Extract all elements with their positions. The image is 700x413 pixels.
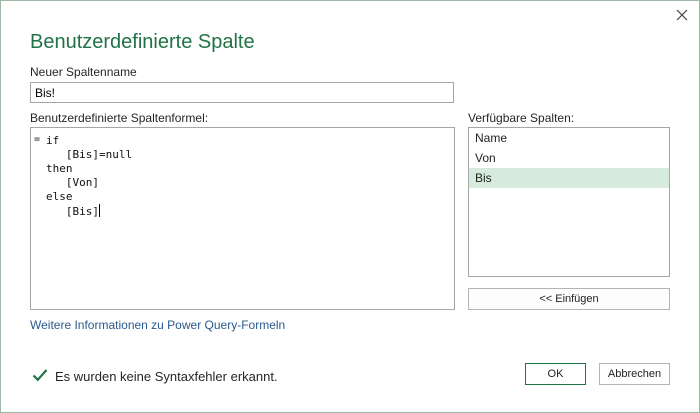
column-name-input[interactable] <box>30 82 454 103</box>
available-columns-label: Verfügbare Spalten: <box>468 111 575 125</box>
formula-equals-sign: = <box>34 134 41 145</box>
formula-editor[interactable]: = if [Bis]=null then [Von] else [Bis] <box>30 127 455 310</box>
ok-button[interactable]: OK <box>525 363 586 385</box>
column-item-bis[interactable]: Bis <box>469 168 669 188</box>
column-name-label: Neuer Spaltenname <box>30 65 137 79</box>
insert-button[interactable]: << Einfügen <box>468 288 670 310</box>
status-text: Es wurden keine Syntaxfehler erkannt. <box>55 369 278 384</box>
checkmark-icon <box>32 368 48 385</box>
cancel-button[interactable]: Abbrechen <box>599 363 670 385</box>
formula-label: Benutzerdefinierte Spaltenformel: <box>30 111 209 125</box>
help-link[interactable]: Weitere Informationen zu Power Query-For… <box>30 318 285 332</box>
syntax-status: Es wurden keine Syntaxfehler erkannt. <box>32 368 278 385</box>
text-caret <box>98 204 100 217</box>
column-item-name[interactable]: Name <box>469 128 669 148</box>
formula-code[interactable]: if [Bis]=null then [Von] else [Bis] <box>46 134 132 219</box>
available-columns-list[interactable]: Name Von Bis <box>468 127 670 277</box>
formula-code-text: if [Bis]=null then [Von] else [Bis] <box>46 134 133 218</box>
dialog-title: Benutzerdefinierte Spalte <box>30 31 255 53</box>
close-icon[interactable] <box>673 6 691 24</box>
column-item-von[interactable]: Von <box>469 148 669 168</box>
custom-column-dialog: Benutzerdefinierte Spalte Neuer Spaltenn… <box>0 0 700 413</box>
